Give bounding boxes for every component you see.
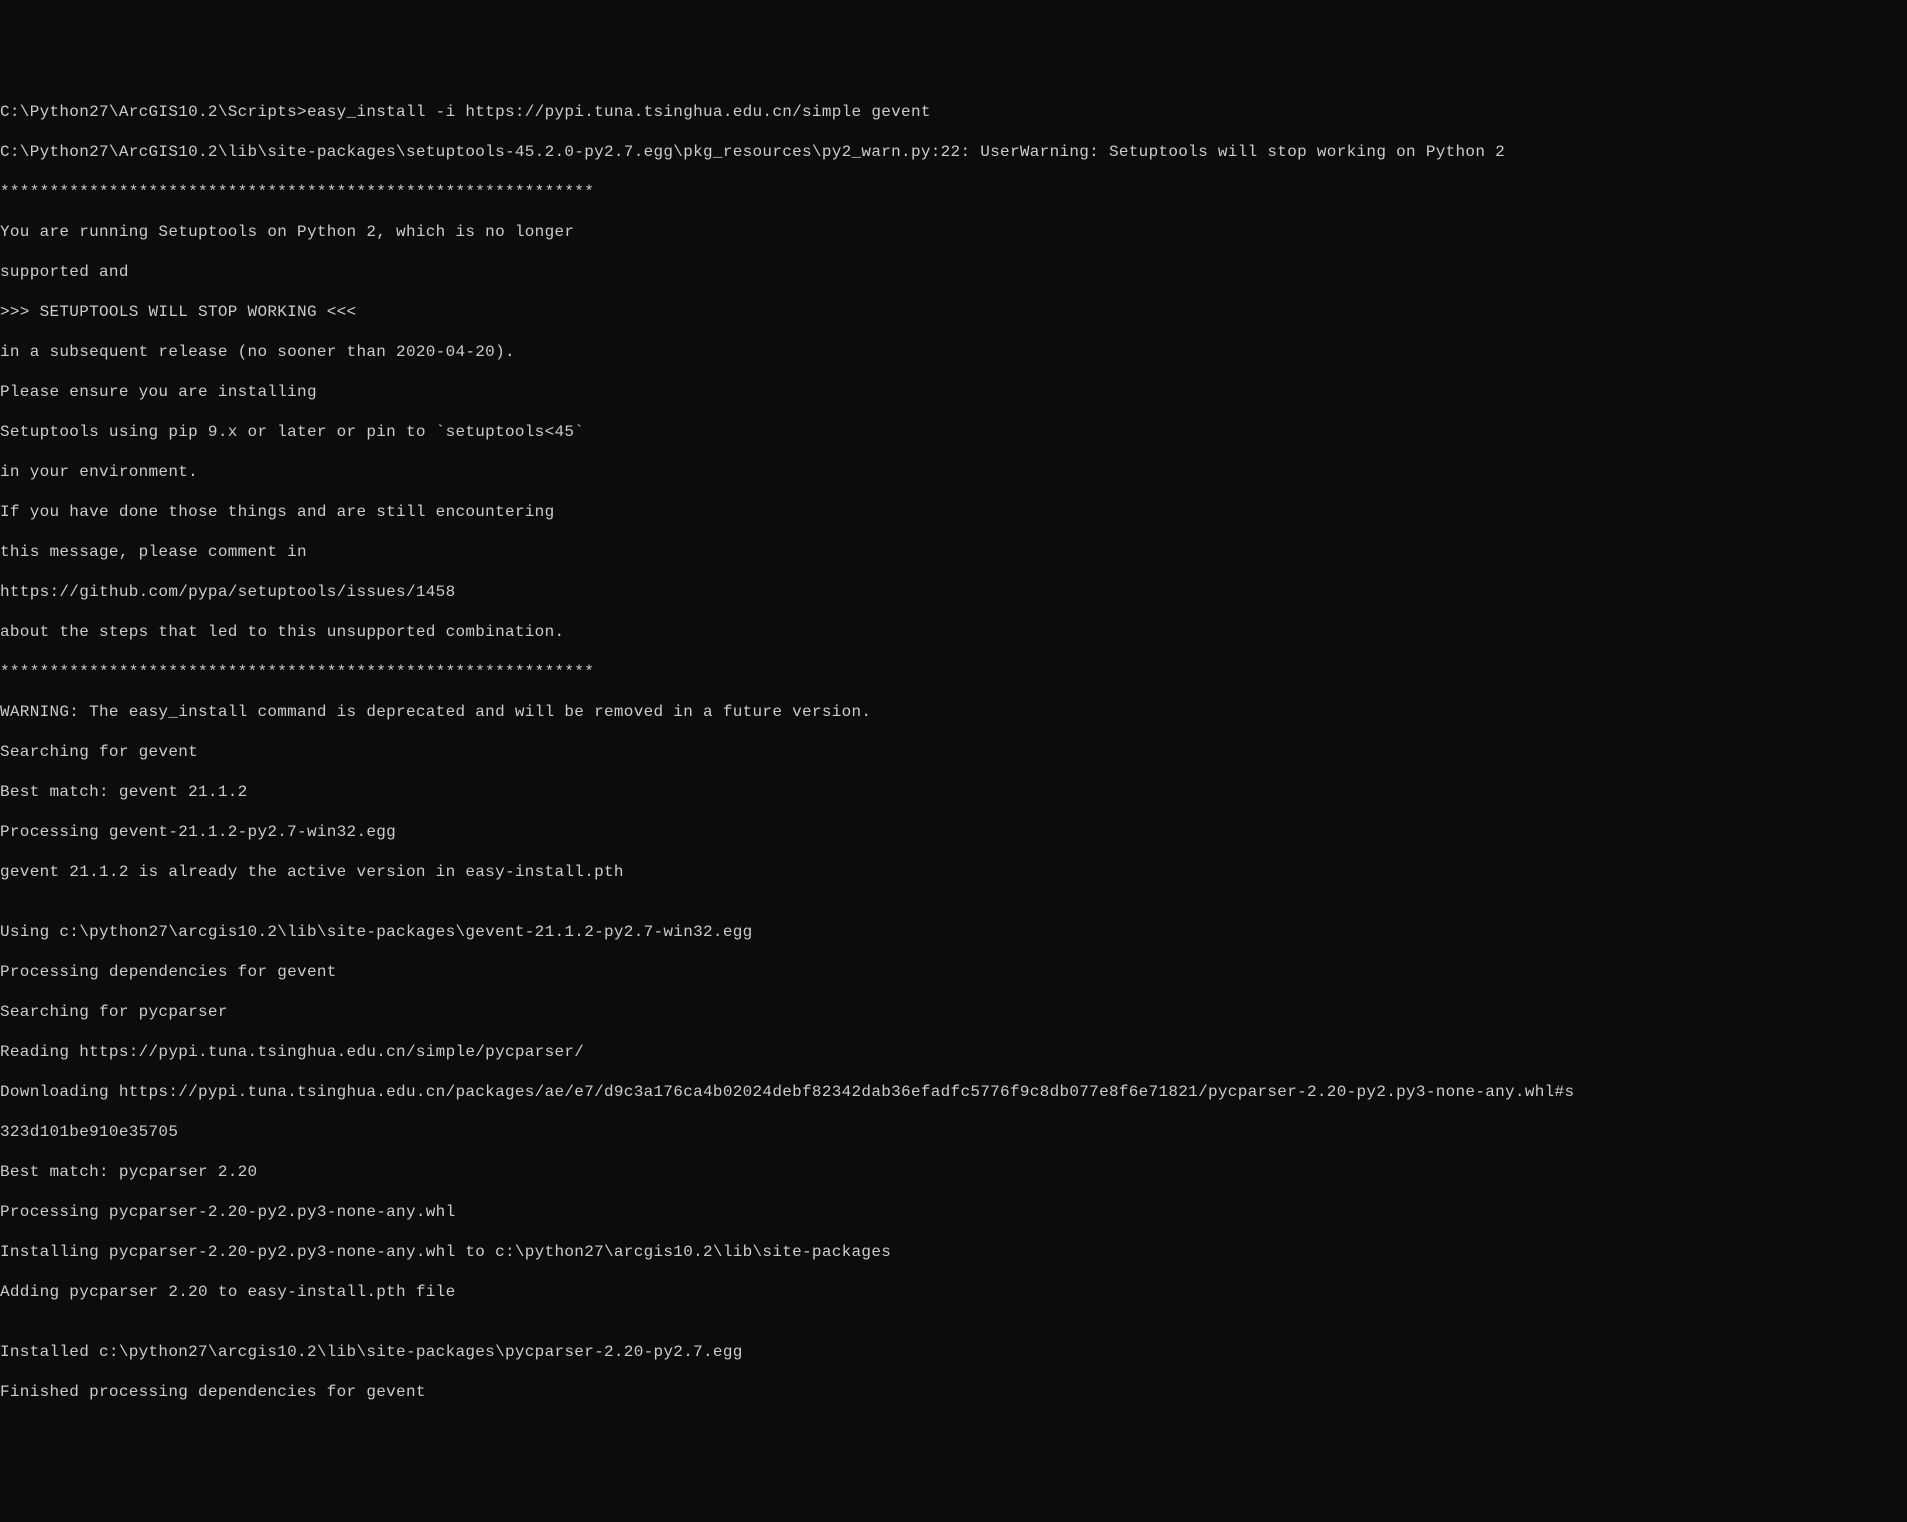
terminal-line: Downloading https://pypi.tuna.tsinghua.e… [0, 1082, 1907, 1102]
terminal-line: Reading https://pypi.tuna.tsinghua.edu.c… [0, 1042, 1907, 1062]
terminal-line: Best match: gevent 21.1.2 [0, 782, 1907, 802]
terminal-line: C:\Python27\ArcGIS10.2\Scripts>easy_inst… [0, 102, 1907, 122]
terminal-line: Installed c:\python27\arcgis10.2\lib\sit… [0, 1342, 1907, 1362]
terminal-line: ****************************************… [0, 662, 1907, 682]
terminal-line: Setuptools using pip 9.x or later or pin… [0, 422, 1907, 442]
terminal-line: in a subsequent release (no sooner than … [0, 342, 1907, 362]
terminal-line: about the steps that led to this unsuppo… [0, 622, 1907, 642]
terminal-line: You are running Setuptools on Python 2, … [0, 222, 1907, 242]
terminal-line: Please ensure you are installing [0, 382, 1907, 402]
terminal-line: in your environment. [0, 462, 1907, 482]
terminal-line: Processing dependencies for gevent [0, 962, 1907, 982]
terminal-line: Best match: pycparser 2.20 [0, 1162, 1907, 1182]
terminal-line: this message, please comment in [0, 542, 1907, 562]
terminal-output[interactable]: C:\Python27\ArcGIS10.2\Scripts>easy_inst… [0, 82, 1907, 1422]
terminal-line: ****************************************… [0, 182, 1907, 202]
terminal-line: Processing gevent-21.1.2-py2.7-win32.egg [0, 822, 1907, 842]
terminal-line: >>> SETUPTOOLS WILL STOP WORKING <<< [0, 302, 1907, 322]
terminal-line: Searching for gevent [0, 742, 1907, 762]
terminal-line: Installing pycparser-2.20-py2.py3-none-a… [0, 1242, 1907, 1262]
terminal-line: 323d101be910e35705 [0, 1122, 1907, 1142]
terminal-line: Searching for pycparser [0, 1002, 1907, 1022]
terminal-line: C:\Python27\ArcGIS10.2\lib\site-packages… [0, 142, 1907, 162]
terminal-line: Adding pycparser 2.20 to easy-install.pt… [0, 1282, 1907, 1302]
terminal-line: https://github.com/pypa/setuptools/issue… [0, 582, 1907, 602]
terminal-line: If you have done those things and are st… [0, 502, 1907, 522]
terminal-line: WARNING: The easy_install command is dep… [0, 702, 1907, 722]
terminal-line: Finished processing dependencies for gev… [0, 1382, 1907, 1402]
terminal-line: gevent 21.1.2 is already the active vers… [0, 862, 1907, 882]
terminal-line: Using c:\python27\arcgis10.2\lib\site-pa… [0, 922, 1907, 942]
terminal-line: Processing pycparser-2.20-py2.py3-none-a… [0, 1202, 1907, 1222]
terminal-line: supported and [0, 262, 1907, 282]
